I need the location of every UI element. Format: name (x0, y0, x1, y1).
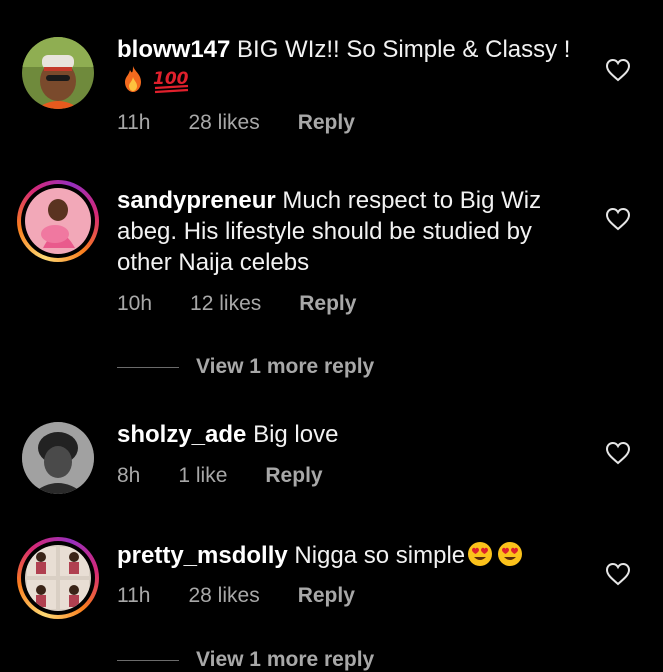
comment-likes[interactable]: 28 likes (188, 584, 259, 608)
comment-username[interactable]: pretty_msdolly (117, 542, 288, 569)
heart-outline-icon[interactable] (605, 58, 631, 82)
hundred-points-emoji-icon: 100 (152, 66, 192, 94)
comment-text: sholzy_ade Big love (117, 419, 577, 450)
avatar[interactable] (17, 537, 99, 619)
comment-meta: 10h 12 likes Reply (117, 292, 356, 316)
avatar[interactable] (17, 32, 99, 114)
view-more-label: View 1 more reply (196, 648, 375, 671)
comment-text: bloww147 BIG WIz!! So Simple & Classy ! … (117, 34, 577, 96)
view-more-label: View 1 more reply (196, 355, 375, 378)
story-ring (21, 541, 95, 615)
story-ring (21, 184, 95, 258)
comment-body: Big love (253, 421, 339, 448)
avatar[interactable] (17, 417, 99, 499)
comment-time: 11h (117, 584, 151, 607)
comment-username[interactable]: sandypreneur (117, 187, 276, 214)
comment-time: 10h (117, 292, 153, 315)
divider-line (117, 366, 179, 368)
avatar-image (25, 188, 91, 254)
heart-outline-icon[interactable] (605, 441, 631, 465)
reply-button[interactable]: Reply (299, 292, 356, 316)
view-more-replies-button[interactable]: View 1 more reply (117, 648, 374, 672)
comment-time: 11h (117, 111, 151, 134)
reply-button[interactable]: Reply (298, 111, 355, 135)
reply-button[interactable]: Reply (298, 584, 355, 608)
divider-line (117, 659, 179, 661)
comment-time: 8h (117, 464, 141, 487)
reply-button[interactable]: Reply (265, 464, 322, 488)
avatar-image (22, 37, 94, 109)
comment-text: pretty_msdolly Nigga so simple (117, 540, 577, 571)
comment-likes[interactable]: 12 likes (190, 292, 261, 316)
comment-meta: 11h 28 likes Reply (117, 584, 355, 608)
avatar-image (22, 422, 94, 494)
comment-likes[interactable]: 1 like (178, 464, 227, 488)
heart-outline-icon[interactable] (605, 562, 631, 586)
heart-eyes-emoji-icon (497, 541, 523, 567)
fire-emoji-icon (121, 65, 145, 93)
heart-outline-icon[interactable] (605, 207, 631, 231)
heart-eyes-emoji-icon (467, 541, 493, 567)
comment-likes[interactable]: 28 likes (188, 111, 259, 135)
avatar-image (25, 545, 91, 611)
comment-text: sandypreneur Much respect to Big Wiz abe… (117, 185, 577, 278)
comment-meta: 11h 28 likes Reply (117, 111, 355, 135)
comment-username[interactable]: sholzy_ade (117, 421, 246, 448)
comment-username[interactable]: bloww147 (117, 36, 230, 63)
comment-meta: 8h 1 like Reply (117, 464, 323, 488)
comment-body: Nigga so simple (294, 542, 466, 569)
avatar[interactable] (17, 180, 99, 262)
view-more-replies-button[interactable]: View 1 more reply (117, 355, 374, 379)
comment-body: BIG WIz!! So Simple & Classy ! (237, 36, 571, 63)
